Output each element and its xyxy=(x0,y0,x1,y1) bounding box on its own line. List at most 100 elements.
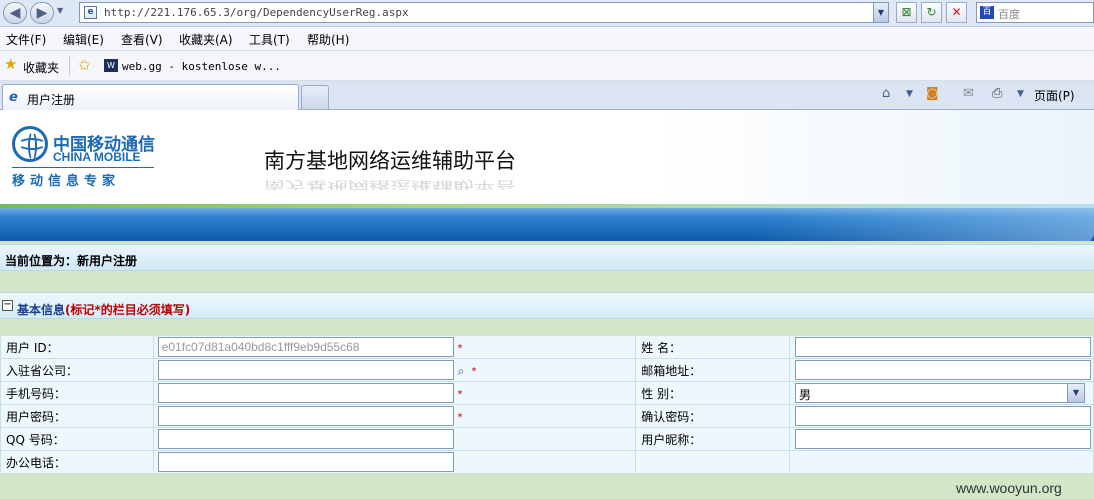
tab-user-register[interactable]: e 用户注册 xyxy=(2,84,299,110)
site-favicon-icon: W xyxy=(104,59,118,72)
favorites-star-icon: ★ xyxy=(4,55,18,73)
forward-arrow-icon: ▶ xyxy=(36,5,48,21)
name-input[interactable] xyxy=(794,337,1091,357)
lookup-search-icon[interactable]: ⌕ xyxy=(458,364,472,378)
gender-selected-value: 男 xyxy=(798,388,811,402)
refresh-button[interactable]: ↻ xyxy=(921,2,942,23)
tab-title: 用户注册 xyxy=(27,93,76,107)
address-bar: ◀ ▶ ▼ e http://221.176.65.3/org/Dependen… xyxy=(0,0,1094,27)
gender-cell: 男 ▼ xyxy=(788,381,1094,405)
search-box[interactable]: 百 百度 xyxy=(976,2,1094,23)
site-header: 中国移动通信 CHINA MOBILE 移动信息专家 南方基地网络运维辅助平台 … xyxy=(0,110,1094,204)
company-cell: ⌕ * xyxy=(152,358,637,382)
qq-input[interactable] xyxy=(157,429,454,449)
favorites-button[interactable]: 收藏夹 xyxy=(23,59,59,76)
required-mark: * xyxy=(471,366,477,377)
stop-button[interactable]: ✕ xyxy=(946,2,967,23)
name-cell xyxy=(788,335,1094,359)
gender-label: 性 别： xyxy=(635,381,790,405)
logo-slogan: 移动信息专家 xyxy=(12,174,121,189)
form-row: 手机号码： * 性 别： 男 ▼ xyxy=(0,381,1094,405)
menu-bar: 文件(F) 编辑(E) 查看(V) 收藏夹(A) 工具(T) 帮助(H) xyxy=(0,27,1094,51)
email-cell xyxy=(788,358,1094,382)
section-title: 基本信息(标记*的栏目必须填写) xyxy=(17,301,190,318)
company-input[interactable] xyxy=(157,360,454,380)
watermark: www.wooyun.org xyxy=(956,480,1062,496)
email-label: 邮箱地址： xyxy=(635,358,790,382)
mobile-label: 手机号码： xyxy=(0,381,154,405)
page-menu-button[interactable]: 页面(P) xyxy=(1034,87,1075,104)
menu-edit[interactable]: 编辑(E) xyxy=(63,31,104,48)
menu-favorites[interactable]: 收藏夹(A) xyxy=(179,31,233,48)
office-phone-input[interactable] xyxy=(157,452,454,472)
form-row: 用户 ID： * 姓 名： xyxy=(0,335,1094,359)
registration-form: 用户 ID： * 姓 名： 入驻省公司： ⌕* 邮箱地址： 手机号码： xyxy=(0,335,1094,474)
site-title-reflection: 南方基地网络运维辅助平台 xyxy=(264,179,516,191)
page-favicon-icon: e xyxy=(84,6,97,19)
confirm-password-input[interactable] xyxy=(794,406,1091,426)
form-row: 办公电话： xyxy=(0,450,1094,474)
nickname-cell xyxy=(788,427,1094,451)
compatibility-icon: ⊠ xyxy=(901,5,912,19)
favorites-bar: ★ 收藏夹 ✩ W web.gg - kostenlose w... xyxy=(0,51,1094,81)
user-id-label: 用户 ID： xyxy=(0,335,154,359)
back-arrow-icon: ◀ xyxy=(9,5,21,21)
print-dropdown-icon[interactable]: ▼ xyxy=(1017,89,1024,99)
gender-select[interactable]: 男 ▼ xyxy=(794,383,1085,403)
ie-icon: e xyxy=(9,90,18,105)
confirm-password-cell xyxy=(788,404,1094,428)
form-row: 用户密码： * 确认密码： xyxy=(0,404,1094,428)
collapse-icon[interactable]: − xyxy=(2,300,13,311)
close-icon: ✕ xyxy=(951,5,962,19)
form-row: QQ 号码： 用户昵称： xyxy=(0,427,1094,451)
add-favorite-icon[interactable]: ✩ xyxy=(78,56,91,74)
print-icon[interactable]: ⎙ xyxy=(992,86,1002,101)
url-dropdown-button[interactable]: ▼ xyxy=(873,3,888,22)
mobile-input[interactable] xyxy=(157,383,454,403)
qq-cell xyxy=(152,427,637,451)
url-field[interactable]: e http://221.176.65.3/org/DependencyUser… xyxy=(79,2,889,23)
menu-view[interactable]: 查看(V) xyxy=(121,31,163,48)
logo-english-text: CHINA MOBILE xyxy=(53,150,141,164)
empty-cell xyxy=(635,450,790,474)
menu-help[interactable]: 帮助(H) xyxy=(307,31,349,48)
user-id-input[interactable] xyxy=(157,337,454,357)
nickname-input[interactable] xyxy=(794,429,1091,449)
chevron-down-icon[interactable]: ▼ xyxy=(1066,384,1084,402)
favorite-link[interactable]: web.gg - kostenlose w... xyxy=(122,60,281,73)
password-input[interactable] xyxy=(157,406,454,426)
forward-button[interactable]: ▶ xyxy=(30,2,54,24)
back-button[interactable]: ◀ xyxy=(3,2,27,24)
history-dropdown-icon[interactable]: ▼ xyxy=(57,6,63,15)
home-icon[interactable]: ⌂ xyxy=(882,86,890,101)
menu-file[interactable]: 文件(F) xyxy=(6,31,46,48)
password-label: 用户密码： xyxy=(0,404,154,428)
password-cell: * xyxy=(152,404,637,428)
mail-icon[interactable]: ✉ xyxy=(963,86,974,101)
menu-tools[interactable]: 工具(T) xyxy=(249,31,290,48)
site-title: 南方基地网络运维辅助平台 xyxy=(264,149,516,173)
email-input[interactable] xyxy=(794,360,1091,380)
rss-feed-icon[interactable]: ◙ xyxy=(926,86,939,101)
required-note: (标记*的栏目必须填写) xyxy=(65,303,191,317)
qq-label: QQ 号码： xyxy=(0,427,154,451)
required-mark: * xyxy=(457,412,463,423)
header-banner xyxy=(0,204,1094,241)
url-text: http://221.176.65.3/org/DependencyUserRe… xyxy=(104,6,409,19)
mobile-cell: * xyxy=(152,381,637,405)
breadcrumb-text: 当前位置为：新用户注册 xyxy=(5,254,138,268)
empty-cell xyxy=(788,450,1094,474)
section-title-text: 基本信息 xyxy=(17,303,66,317)
home-dropdown-icon[interactable]: ▼ xyxy=(906,89,913,99)
new-tab-button[interactable] xyxy=(301,85,329,109)
main-content: 当前位置为：新用户注册 − 基本信息(标记*的栏目必须填写) 用户 ID： * … xyxy=(0,241,1094,499)
user-id-cell: * xyxy=(152,335,637,359)
nickname-label: 用户昵称： xyxy=(635,427,790,451)
section-header: − 基本信息(标记*的栏目必须填写) xyxy=(0,292,1094,319)
chevron-down-icon: ▼ xyxy=(877,8,885,17)
divider xyxy=(69,56,70,76)
china-mobile-logo-icon xyxy=(12,126,48,162)
confirm-password-label: 确认密码： xyxy=(635,404,790,428)
breadcrumb: 当前位置为：新用户注册 xyxy=(0,244,1094,271)
compatibility-view-button[interactable]: ⊠ xyxy=(896,2,917,23)
